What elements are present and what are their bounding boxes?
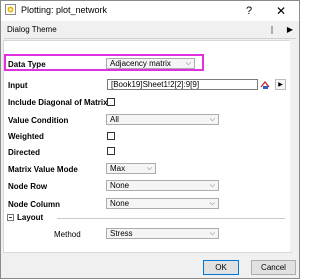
chevron-down-icon: ⌵ — [209, 230, 215, 237]
matrix-value-mode-value: Max — [110, 164, 126, 173]
method-value: Stress — [110, 229, 133, 238]
method-dropdown[interactable]: Stress ⌵ — [106, 228, 219, 239]
data-type-dropdown[interactable]: Adjacency matrix ⌵ — [106, 58, 195, 69]
collapse-layout-icon[interactable] — [7, 214, 14, 221]
scrollbar[interactable] — [290, 40, 296, 251]
directed-checkbox[interactable] — [107, 147, 115, 155]
method-label: Method — [54, 230, 81, 239]
node-row-value: None — [110, 181, 130, 190]
matrix-value-mode-dropdown[interactable]: Max ⌵ — [106, 163, 156, 174]
weighted-label: Weighted — [8, 132, 44, 141]
layout-group-label: Layout — [17, 213, 44, 222]
settings-panel — [3, 40, 292, 253]
input-range-value: [Book19]Sheet1!2[2]:9[9] — [111, 80, 200, 89]
data-type-value: Adjacency matrix — [110, 59, 171, 68]
weighted-checkbox[interactable] — [107, 132, 115, 140]
include-diagonal-checkbox[interactable] — [107, 98, 115, 106]
input-range-field[interactable]: [Book19]Sheet1!2[2]:9[9] — [107, 79, 258, 90]
input-menu-arrow-icon[interactable]: ▶ — [275, 79, 286, 90]
title-bar: Plotting: plot_network ? ✕ — [1, 1, 299, 21]
ok-button[interactable]: OK — [203, 260, 239, 275]
cancel-button[interactable]: Cancel — [251, 260, 296, 275]
node-column-dropdown[interactable]: None ⌵ — [106, 198, 219, 209]
layout-divider — [57, 218, 285, 219]
input-label: Input — [8, 81, 28, 90]
node-row-label: Node Row — [8, 182, 48, 191]
value-condition-value: All — [110, 115, 119, 124]
node-column-label: Node Column — [8, 200, 60, 209]
node-column-value: None — [110, 199, 130, 208]
range-select-icon[interactable] — [260, 79, 271, 90]
chevron-down-icon: ⌵ — [209, 182, 215, 189]
chevron-down-icon: ⌵ — [209, 116, 215, 123]
node-row-dropdown[interactable]: None ⌵ — [106, 180, 219, 191]
data-type-label: Data Type — [8, 60, 46, 69]
chevron-down-icon: ⌵ — [185, 60, 191, 67]
chevron-down-icon: ⌵ — [209, 200, 215, 207]
origin-app-icon — [5, 4, 16, 15]
dialog-theme-label[interactable]: Dialog Theme — [7, 25, 57, 34]
window-title: Plotting: plot_network — [21, 5, 108, 15]
include-diagonal-label: Include Diagonal of Matrix — [8, 98, 108, 107]
help-button[interactable]: ? — [241, 3, 257, 19]
value-condition-label: Value Condition — [8, 116, 69, 125]
theme-separator-icon — [271, 26, 273, 34]
matrix-value-mode-label: Matrix Value Mode — [8, 165, 78, 174]
close-button[interactable]: ✕ — [273, 3, 289, 19]
value-condition-dropdown[interactable]: All ⌵ — [106, 114, 219, 125]
dialog-theme-bar: Dialog Theme ▶ — [4, 22, 296, 39]
chevron-down-icon: ⌵ — [146, 165, 152, 172]
theme-menu-arrow-icon[interactable]: ▶ — [285, 24, 295, 36]
directed-label: Directed — [8, 148, 41, 157]
